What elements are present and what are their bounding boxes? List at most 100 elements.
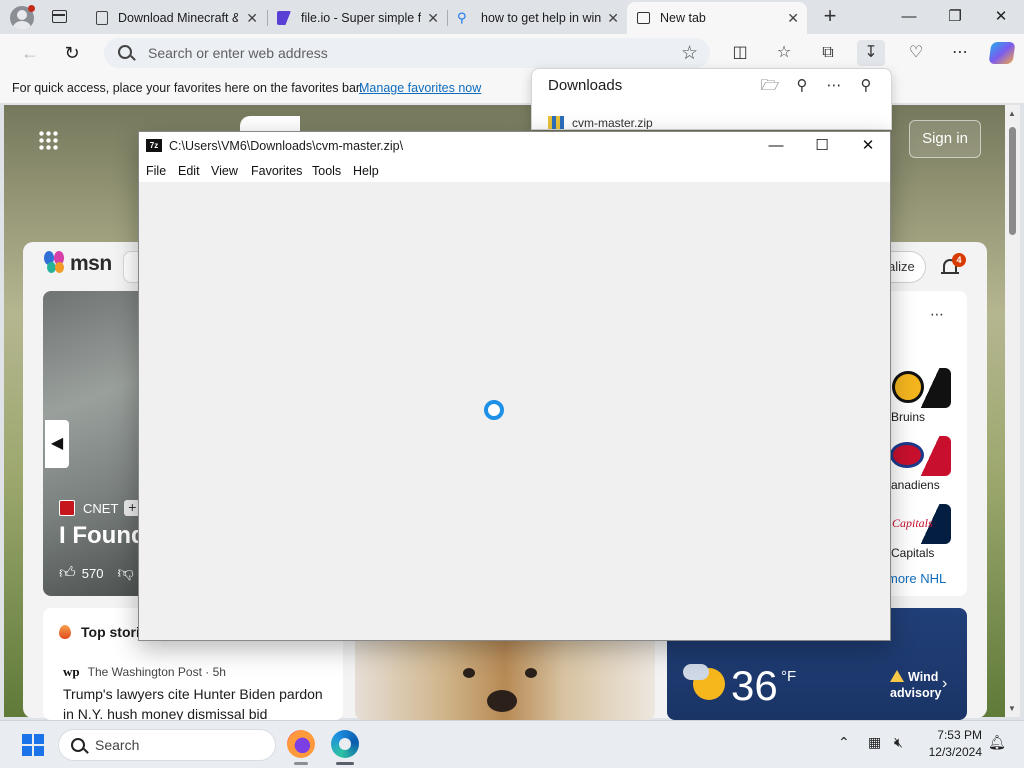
split-screen-icon[interactable]: ◫ (726, 40, 754, 66)
downloads-icon[interactable]: ↧ (857, 40, 885, 66)
browser-tab-strip: Download Minecraft & ✕ file.io - Super s… (0, 0, 1024, 34)
minimize-window-button[interactable]: — (886, 0, 932, 34)
taskbar-clock[interactable]: 7:53 PM 12/3/2024 (924, 727, 982, 761)
collections-icon[interactable]: ⧉ (814, 40, 842, 66)
menu-view[interactable]: View (211, 164, 238, 178)
team-name[interactable]: anadiens (891, 478, 940, 492)
scroll-up-arrow-icon[interactable]: ▲ (1008, 109, 1016, 118)
weather-alert[interactable]: Wind advisory (890, 669, 941, 701)
page-scrollbar[interactable]: ▲ ▼ (1005, 105, 1020, 717)
like-icon[interactable]: 👍︎ (59, 564, 76, 583)
add-favorite-star-icon[interactable]: ☆ (681, 42, 698, 65)
dislike-icon[interactable]: 👎︎ (117, 564, 133, 583)
close-tab-icon[interactable]: ✕ (607, 10, 619, 27)
show-hidden-icons-chevron-icon[interactable]: ⌃ (838, 734, 850, 751)
story-headline[interactable]: Trump's lawyers cite Hunter Biden pardon… (63, 684, 333, 724)
capitals-logo-icon[interactable]: Capitals (890, 504, 951, 544)
menu-edit[interactable]: Edit (178, 164, 200, 178)
dog-eye (525, 668, 537, 678)
canadiens-logo-icon[interactable] (890, 436, 951, 476)
notifications-bell-icon[interactable]: 4 (938, 253, 966, 281)
address-bar[interactable]: ☆ (104, 38, 710, 68)
taskbar-search-box[interactable]: Search (58, 729, 276, 761)
more-nhl-link[interactable]: more NHL (887, 571, 946, 586)
dog-eye (463, 668, 475, 678)
7zip-title-bar[interactable]: 7z C:\Users\VM6\Downloads\cvm-master.zip… (139, 132, 890, 160)
notifications-icon[interactable]: 🔔︎ (988, 734, 1006, 751)
tab-new-tab[interactable]: New tab ✕ (627, 2, 807, 34)
back-button[interactable]: ← (18, 42, 42, 64)
favorites-icon[interactable]: ☆ (770, 40, 798, 66)
firefox-icon[interactable] (287, 730, 315, 758)
weather-alert-line2: advisory (890, 686, 942, 700)
menu-favorites[interactable]: Favorites (251, 164, 302, 178)
pin-icon[interactable]: ⚲ (854, 75, 878, 97)
open-downloads-folder-icon[interactable]: 🗁︎ (758, 75, 782, 97)
clock-date: 12/3/2024 (928, 745, 982, 759)
sign-in-button[interactable]: Sign in (909, 120, 981, 158)
7zip-minimize-button[interactable]: — (753, 132, 799, 160)
menu-file[interactable]: File (146, 164, 166, 178)
settings-more-icon[interactable]: ⋯ (946, 40, 974, 66)
bruins-logo-icon[interactable] (890, 368, 951, 408)
search-icon: ⚲ (457, 10, 467, 25)
weather-unit: °F (781, 668, 797, 685)
weather-chevron-icon[interactable]: › (942, 675, 947, 693)
menu-tools[interactable]: Tools (312, 164, 341, 178)
partly-cloudy-night-icon (683, 662, 727, 702)
favorites-bar-message: For quick access, place your favorites h… (12, 81, 363, 95)
7zip-content-area[interactable] (139, 182, 890, 640)
edge-icon[interactable] (331, 730, 359, 758)
tab-fileio[interactable]: file.io - Super simple f ✕ (267, 2, 447, 34)
tab-title: Download Minecraft & (118, 11, 238, 25)
close-tab-icon[interactable]: ✕ (246, 10, 258, 27)
tab-actions-menu-icon[interactable] (50, 8, 70, 26)
team-name[interactable]: Capitals (891, 546, 934, 560)
fire-icon (59, 625, 71, 639)
search-downloads-icon[interactable]: ⚲ (790, 75, 814, 97)
address-input[interactable] (148, 44, 648, 62)
hero-source: CNET + (59, 500, 141, 516)
scrollbar-thumb[interactable] (1009, 127, 1016, 235)
notification-count-badge: 4 (952, 253, 966, 267)
team-name[interactable]: Bruins (891, 410, 925, 424)
msn-logo[interactable]: msn (44, 251, 114, 277)
tab-title: New tab (660, 11, 706, 25)
browser-essentials-icon[interactable]: ♡ (902, 40, 930, 66)
clock-time: 7:53 PM (937, 728, 982, 742)
carousel-previous-button[interactable]: ◀ (45, 420, 69, 468)
close-window-button[interactable]: ✕ (978, 0, 1024, 34)
close-tab-icon[interactable]: ✕ (787, 10, 799, 27)
manage-favorites-link[interactable]: Manage favorites now (359, 81, 481, 95)
menu-help[interactable]: Help (353, 164, 379, 178)
network-icon[interactable]: ▦ (868, 734, 881, 751)
7zip-close-button[interactable]: ✕ (845, 132, 891, 160)
close-tab-icon[interactable]: ✕ (427, 10, 439, 27)
scroll-down-arrow-icon[interactable]: ▼ (1008, 704, 1016, 713)
story-source-text: The Washington Post · 5h (87, 665, 226, 679)
nhl-more-options-icon[interactable]: ⋯ (930, 306, 944, 323)
tab-help-search[interactable]: ⚲ how to get help in win ✕ (447, 2, 627, 34)
app-launcher-grid-icon[interactable] (38, 130, 58, 150)
like-count: 570 (81, 566, 104, 581)
washington-post-logo-icon: wp (63, 664, 80, 679)
restore-window-button[interactable]: ❐ (932, 0, 978, 34)
tab-title: file.io - Super simple f (301, 11, 421, 25)
copilot-icon[interactable] (988, 42, 1016, 64)
more-options-icon[interactable]: ⋯ (822, 75, 846, 97)
refresh-button[interactable]: ↻ (60, 42, 84, 64)
new-tab-button[interactable]: + (818, 5, 842, 29)
7zip-file-manager-window: 7z C:\Users\VM6\Downloads\cvm-master.zip… (138, 131, 891, 641)
volume-muted-icon[interactable]: 🔇︎ (894, 734, 903, 751)
windows-start-icon[interactable] (22, 734, 44, 756)
top-stories-heading: Top stori (59, 624, 140, 640)
newtab-icon (637, 12, 650, 24)
7zip-window-title: C:\Users\VM6\Downloads\cvm-master.zip\ (169, 139, 404, 153)
downloads-flyout: Downloads 🗁︎ ⚲ ⋯ ⚲ cvm-master.zip (531, 68, 892, 130)
profile-status-dot (28, 5, 35, 12)
7zip-maximize-button[interactable]: ☐ (799, 132, 845, 160)
tab-download-minecraft[interactable]: Download Minecraft & ✕ (86, 2, 266, 34)
search-icon (118, 45, 132, 59)
download-item[interactable]: cvm-master.zip (548, 116, 653, 129)
hero-headline[interactable]: I Found (59, 522, 146, 550)
